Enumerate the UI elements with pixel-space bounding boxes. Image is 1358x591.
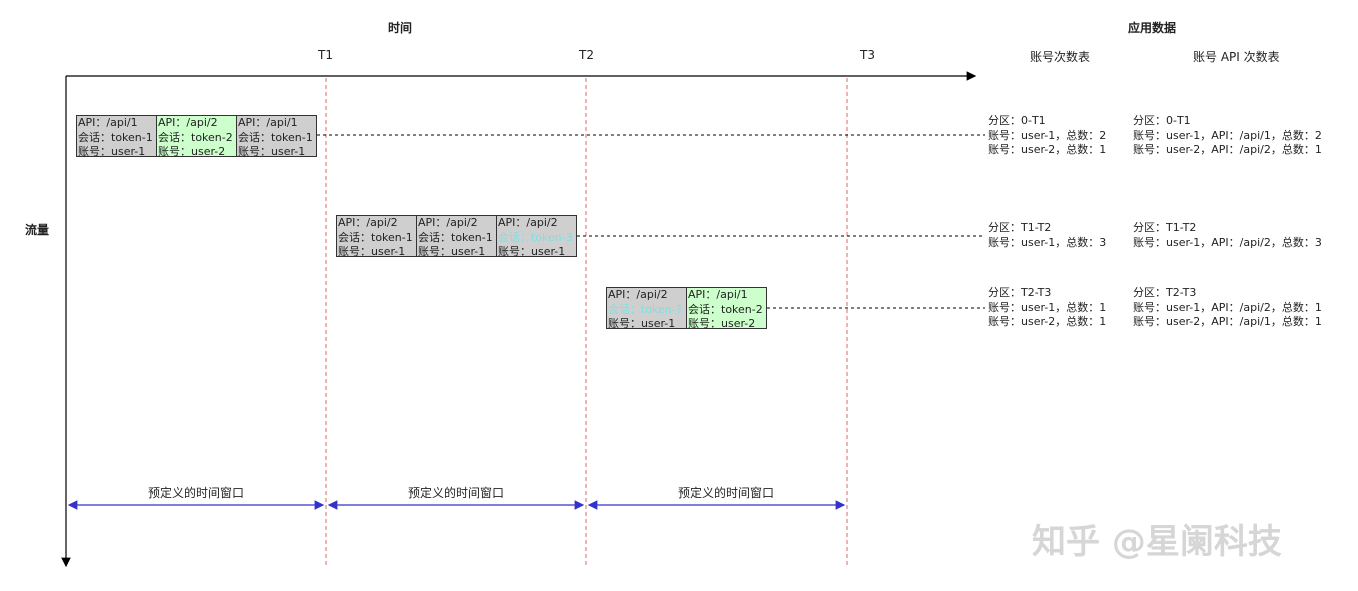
partition-line: 分区：T1-T2: [988, 221, 1052, 234]
window-label-2: 预定义的时间窗口: [408, 486, 505, 500]
partition-line: 账号：user-2，总数：1: [988, 315, 1107, 328]
partition-line: 分区：T2-T3: [1133, 286, 1197, 299]
event-box: API：/api/2 会话：token-1 账号：user-1: [336, 215, 417, 257]
partition-line: 账号：user-1，API：/api/2，总数：3: [1133, 235, 1322, 249]
event-account: 账号：user-1: [418, 245, 486, 257]
partition-line: 分区：T1-T2: [1133, 221, 1197, 234]
event-session: 会话：token-2: [688, 302, 763, 316]
event-box: API：/api/1 会话：token-2 账号：user-2: [686, 287, 767, 329]
partition-line: 账号：user-2，API：/api/2，总数：1: [1133, 143, 1322, 156]
event-session: 会话：token-3: [498, 230, 573, 244]
event-api: API：/api/2: [498, 216, 558, 229]
partition-line: 分区：T2-T3: [988, 286, 1052, 299]
partition-line: 账号：user-1，API：/api/1，总数：2: [1133, 128, 1322, 142]
account-table-partition-2: 分区：T1-T2 账号：user-1，总数：3: [988, 221, 1106, 250]
partition-line: 账号：user-1，总数：2: [988, 128, 1107, 142]
event-session: 会话：token-2: [158, 130, 233, 144]
event-session: 会话：token-?: [608, 302, 682, 316]
account-table-partition-3: 分区：T2-T3 账号：user-1，总数：1 账号：user-2，总数：1: [988, 286, 1106, 330]
diagram-canvas: 时间 应用数据 流量 账号次数表 账号 API 次数表 T1 T2 T3 预定义…: [0, 0, 1358, 591]
event-account: 账号：user-1: [238, 145, 306, 157]
partition-line: 分区：0-T1: [1133, 114, 1191, 127]
event-box: API：/api/2 会话：token-2 账号：user-2: [156, 115, 237, 157]
event-api: API：/api/2: [158, 116, 218, 129]
event-account: 账号：user-1: [338, 245, 406, 257]
event-api: API：/api/1: [78, 116, 138, 129]
watermark: 知乎 @星阑科技: [1032, 522, 1282, 562]
event-account: 账号：user-1: [608, 317, 676, 329]
event-session: 会话：token-1: [338, 230, 413, 244]
event-account: 账号：user-2: [158, 145, 226, 157]
account-table-partition-1: 分区：0-T1 账号：user-1，总数：2 账号：user-2，总数：1: [988, 114, 1106, 158]
event-account: 账号：user-2: [688, 317, 756, 329]
event-api: API：/api/2: [418, 216, 478, 229]
event-session: 会话：token-1: [418, 230, 493, 244]
partition-line: 分区：0-T1: [988, 114, 1046, 127]
window-label-1: 预定义的时间窗口: [148, 486, 245, 500]
event-api: API：/api/2: [338, 216, 398, 229]
partition-line: 账号：user-1，API：/api/2，总数：1: [1133, 300, 1322, 314]
partition-line: 账号：user-2，API：/api/1，总数：1: [1133, 315, 1322, 328]
partition-line: 账号：user-1，总数：3: [988, 235, 1107, 249]
event-api: API：/api/1: [238, 116, 298, 129]
event-box: API：/api/1 会话：token-1 账号：user-1: [236, 115, 317, 157]
event-box: API：/api/1 会话：token-1 账号：user-1: [76, 115, 157, 157]
partition-line: 账号：user-1，总数：1: [988, 300, 1107, 314]
event-account: 账号：user-1: [498, 245, 566, 257]
event-api: API：/api/2: [608, 288, 668, 301]
event-api: API：/api/1: [688, 288, 748, 301]
event-box: API：/api/2 会话：token-1 账号：user-1: [416, 215, 497, 257]
event-box: API：/api/2 会话：token-3 账号：user-1: [496, 215, 577, 257]
account-api-table-partition-2: 分区：T1-T2 账号：user-1，API：/api/2，总数：3: [1133, 221, 1322, 250]
account-api-table-partition-1: 分区：0-T1 账号：user-1，API：/api/1，总数：2 账号：use…: [1133, 114, 1322, 158]
window-label-3: 预定义的时间窗口: [678, 486, 775, 500]
account-api-table-partition-3: 分区：T2-T3 账号：user-1，API：/api/2，总数：1 账号：us…: [1133, 286, 1322, 330]
event-session: 会话：token-1: [78, 130, 153, 144]
event-box: API：/api/2 会话：token-? 账号：user-1: [606, 287, 687, 329]
event-session: 会话：token-1: [238, 130, 313, 144]
partition-line: 账号：user-2，总数：1: [988, 143, 1107, 156]
event-account: 账号：user-1: [78, 145, 146, 157]
